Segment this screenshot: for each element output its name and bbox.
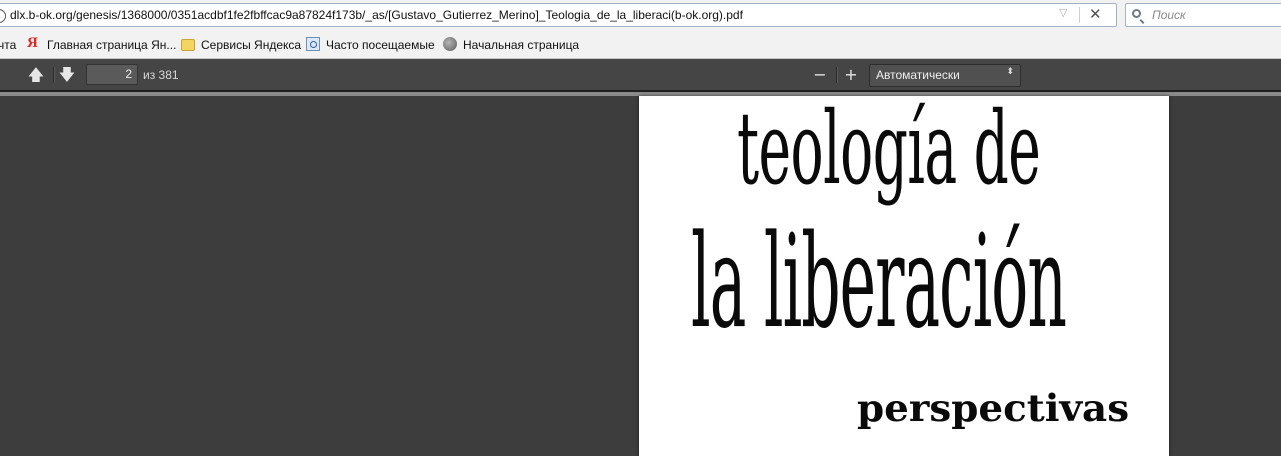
- toolbar-divider: [836, 67, 838, 83]
- pdf-viewer-area[interactable]: teología de la liberación perspectivas: [0, 92, 1281, 456]
- bookmarks-toolbar: чта Я Главная страница Ян... Сервисы Янд…: [0, 32, 1281, 59]
- cover-subtitle: perspectivas: [857, 386, 1130, 430]
- bookmark-yandex-home[interactable]: Главная страница Ян...: [47, 38, 176, 52]
- bookmark-yandex-services[interactable]: Сервисы Яндекса: [201, 38, 301, 52]
- zoom-in-button[interactable]: +: [840, 65, 862, 85]
- bookmark-start-page[interactable]: Начальная страница: [463, 38, 579, 52]
- bookmark-most-visited[interactable]: Часто посещаемые: [326, 38, 435, 52]
- navigation-toolbar: i dlx.b-ok.org/genesis/1368000/0351acdbf…: [0, 0, 1281, 32]
- page-number-input[interactable]: 2: [86, 64, 138, 85]
- search-icon[interactable]: [1132, 9, 1141, 18]
- toolbar-divider: [53, 67, 55, 83]
- previous-page-button[interactable]: 🡅: [25, 65, 47, 85]
- bookmark-mail[interactable]: чта: [0, 38, 16, 52]
- url-text[interactable]: dlx.b-ok.org/genesis/1368000/0351acdbf1f…: [10, 8, 743, 22]
- page-count-label: из 381: [143, 68, 179, 82]
- globe-icon: [443, 37, 457, 51]
- pdf-page[interactable]: teología de la liberación perspectivas: [639, 96, 1169, 456]
- frequent-sites-icon: [306, 37, 320, 51]
- yandex-icon: Я: [27, 35, 38, 51]
- zoom-select[interactable]: Автоматически ⬍: [869, 64, 1021, 87]
- folder-icon: [181, 39, 195, 51]
- history-dropdown-icon[interactable]: ▽: [1059, 6, 1067, 19]
- zoom-out-button[interactable]: −: [809, 65, 831, 85]
- site-info-icon[interactable]: i: [0, 9, 6, 23]
- next-page-button[interactable]: 🡇: [56, 65, 78, 85]
- stop-icon[interactable]: ✕: [1089, 5, 1102, 23]
- address-bar[interactable]: i dlx.b-ok.org/genesis/1368000/0351acdbf…: [0, 3, 1117, 27]
- search-input[interactable]: Поиск: [1152, 8, 1186, 22]
- cover-title-line1: teología de: [737, 96, 1041, 207]
- zoom-value: Автоматически: [876, 68, 960, 82]
- select-arrows-icon: ⬍: [1006, 66, 1014, 76]
- cover-title-line2: la liberación: [691, 208, 1067, 357]
- pdf-toolbar: 🡅 🡇 2 из 381 − + Автоматически ⬍: [0, 59, 1281, 92]
- search-box[interactable]: Поиск: [1125, 3, 1281, 27]
- address-bar-divider: [1079, 7, 1080, 23]
